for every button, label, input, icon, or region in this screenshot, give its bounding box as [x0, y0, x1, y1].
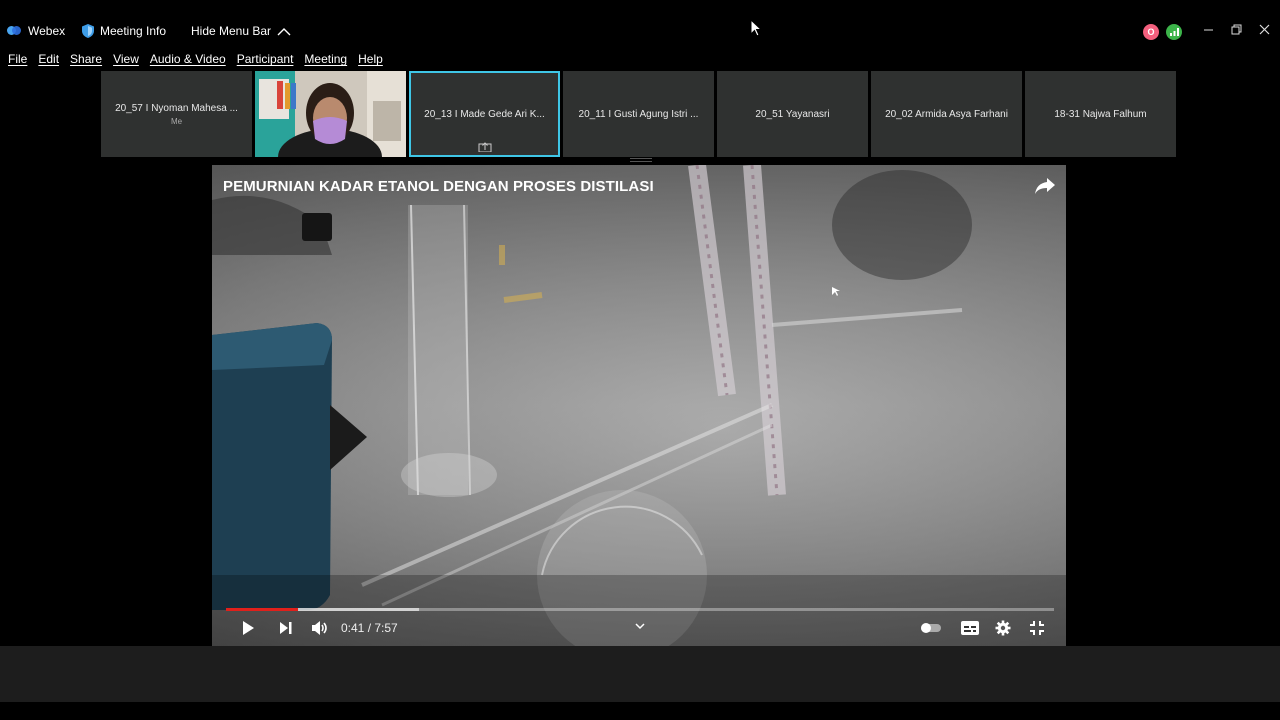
gear-icon [995, 620, 1011, 636]
menu-participant[interactable]: Participant [237, 52, 294, 70]
progress-played [226, 608, 299, 611]
restore-icon [1231, 24, 1242, 35]
meeting-control-bar [0, 646, 1280, 702]
subtitles-icon [961, 621, 979, 635]
menu-view[interactable]: View [113, 52, 139, 70]
meeting-info-button[interactable]: Meeting Info [82, 24, 166, 38]
menu-audio-video[interactable]: Audio & Video [150, 52, 226, 70]
autoplay-toggle[interactable] [920, 619, 942, 637]
video-time: 0:41 / 7:57 [341, 621, 398, 635]
participant-name: 20_11 I Gusti Agung Istri ... [578, 108, 699, 120]
volume-button[interactable] [311, 619, 329, 637]
app-name: Webex [28, 24, 66, 38]
menu-meeting[interactable]: Meeting [304, 52, 347, 70]
participant-name: 18-31 Najwa Falhum [1054, 108, 1147, 120]
minimize-icon [1204, 29, 1213, 31]
participant-name: 20_51 Yayanasri [755, 108, 830, 120]
sharing-icon [478, 142, 491, 152]
network-health-icon[interactable] [1166, 24, 1182, 40]
participant-tile[interactable]: 20_51 Yayanasri [717, 71, 868, 157]
video-frame-image [212, 165, 1066, 646]
volume-icon [312, 621, 327, 635]
close-button[interactable] [1259, 22, 1270, 38]
shield-icon [82, 24, 94, 38]
participant-name: 20_13 I Made Gede Ari K... [424, 108, 545, 120]
next-button[interactable] [279, 619, 293, 637]
meeting-info-label: Meeting Info [100, 24, 167, 38]
chevron-up-icon [277, 27, 291, 35]
participant-video-image [255, 71, 406, 157]
app-title: Webex [7, 24, 65, 38]
participant-name: 20_02 Armida Asya Farhani [885, 108, 1008, 120]
video-title[interactable]: PEMURNIAN KADAR ETANOL DENGAN PROSES DIS… [223, 178, 654, 195]
skip-next-icon [280, 622, 292, 634]
exit-fullscreen-button[interactable] [1029, 619, 1045, 637]
subtitles-button[interactable] [961, 619, 979, 637]
participant-tile[interactable]: 18-31 Najwa Falhum [1025, 71, 1176, 157]
play-button[interactable] [240, 619, 256, 637]
exit-fullscreen-icon [1030, 621, 1044, 635]
participant-tile[interactable]: 20_11 I Gusti Agung Istri ... [563, 71, 714, 157]
chevron-down-icon [635, 623, 645, 630]
close-icon [1259, 24, 1270, 35]
menu-edit[interactable]: Edit [38, 52, 59, 70]
participant-name: 20_57 I Nyoman Mahesa ... [115, 102, 238, 114]
webex-logo-icon [7, 25, 22, 37]
minimize-button[interactable] [1203, 22, 1214, 38]
participant-me-label: Me [170, 116, 183, 126]
participant-tile-active-speaker[interactable]: 20_13 I Made Gede Ari K... [409, 71, 560, 157]
shared-video-player[interactable]: PEMURNIAN KADAR ETANOL DENGAN PROSES DIS… [212, 165, 1066, 646]
video-progress-bar[interactable] [226, 608, 1054, 611]
settings-button[interactable] [995, 619, 1011, 637]
title-bar: Webex Meeting Info Hide Menu Bar O [0, 0, 1280, 50]
menu-help[interactable]: Help [358, 52, 383, 70]
signal-bars-icon [1169, 28, 1179, 36]
menu-file[interactable]: File [8, 52, 27, 70]
autoplay-toggle-icon [921, 623, 941, 633]
menu-bar: File Edit Share View Audio & Video Parti… [0, 52, 386, 70]
share-arrow-icon[interactable] [1034, 177, 1056, 195]
restore-button[interactable] [1231, 22, 1242, 38]
chapter-chevron-button[interactable] [635, 617, 645, 635]
hide-menu-bar-label: Hide Menu Bar [191, 24, 272, 38]
status-badge-letter: O [1147, 27, 1155, 37]
mouse-cursor-icon [750, 19, 762, 37]
play-icon [243, 621, 254, 635]
participant-tile[interactable]: 20_02 Armida Asya Farhani [871, 71, 1022, 157]
recording-status-icon[interactable]: O [1143, 24, 1159, 40]
participant-video-tile[interactable] [255, 71, 406, 157]
resize-handle[interactable] [630, 158, 652, 162]
participant-tile-self[interactable]: 20_57 I Nyoman Mahesa ... Me [101, 71, 252, 157]
menu-share[interactable]: Share [70, 52, 102, 70]
hide-menu-bar-button[interactable]: Hide Menu Bar [191, 24, 291, 38]
participant-strip: 20_57 I Nyoman Mahesa ... Me 20_13 I Mad… [101, 71, 1176, 157]
